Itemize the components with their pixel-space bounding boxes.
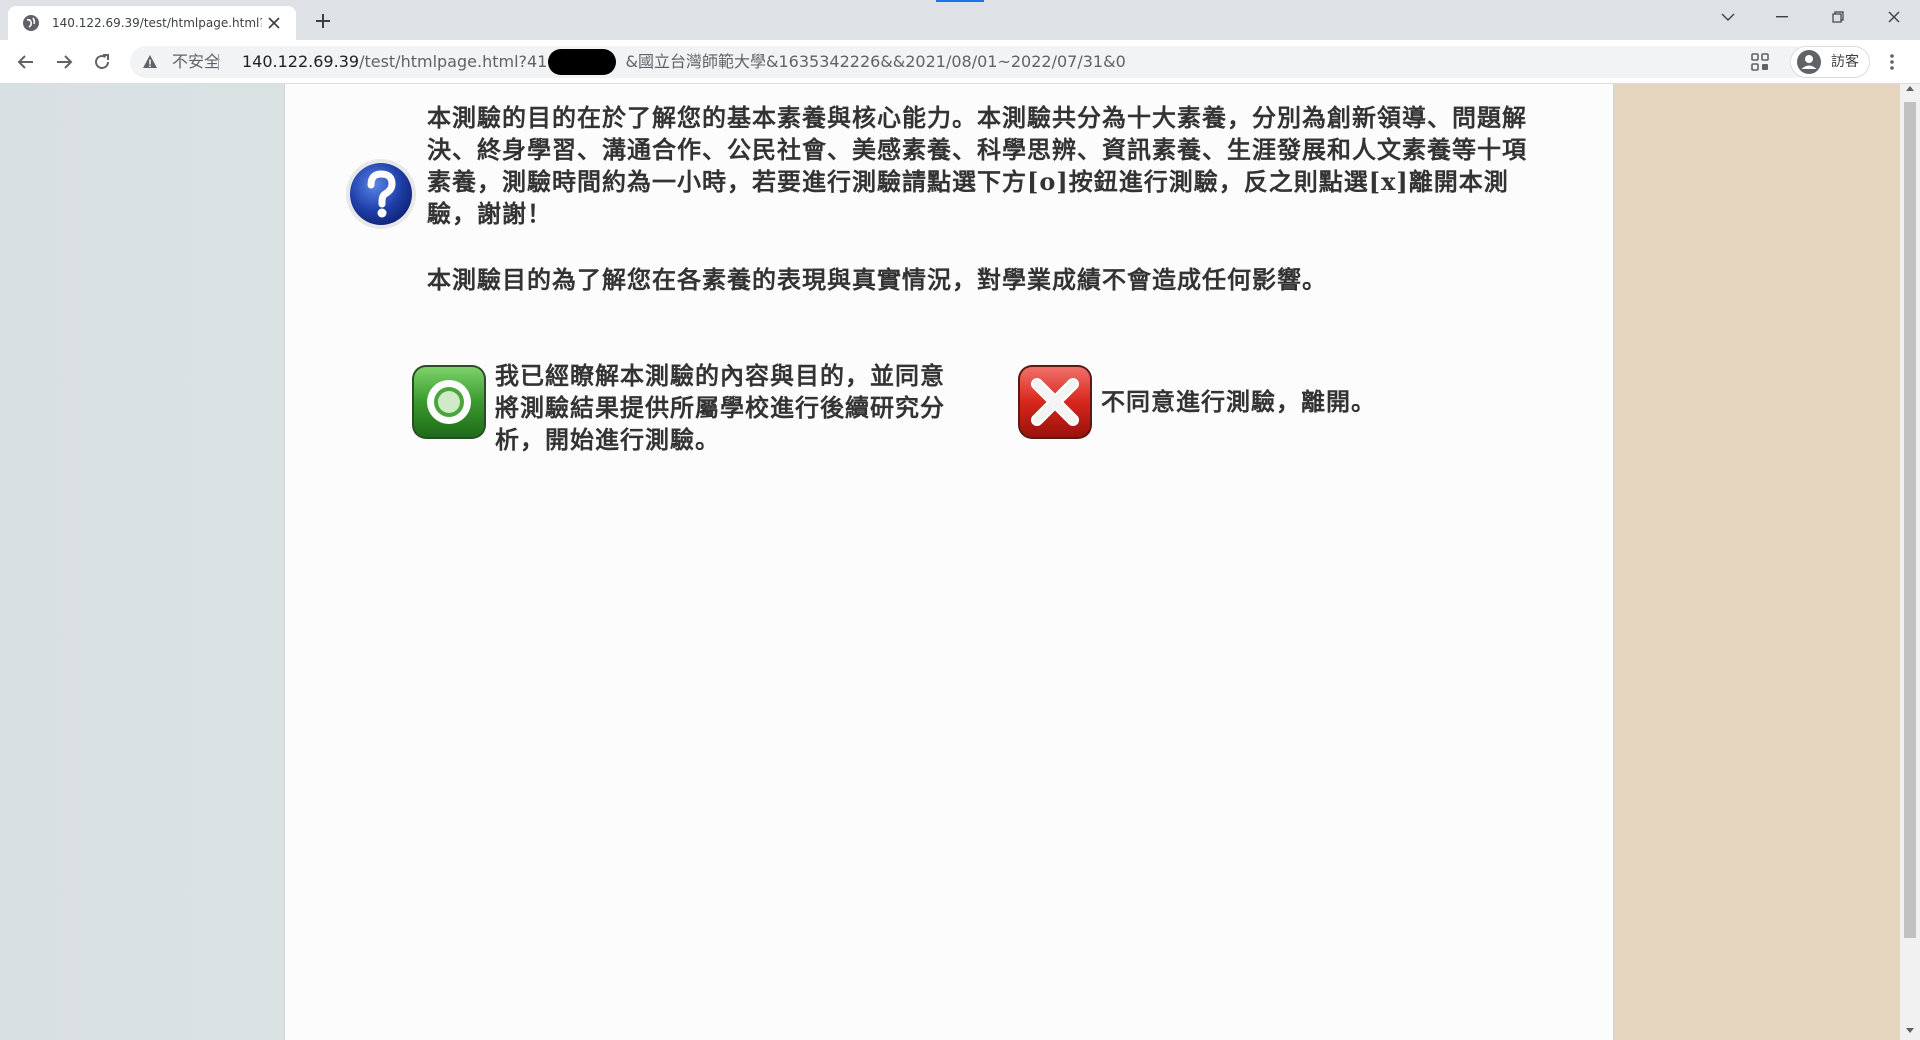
browser-tab[interactable]: 140.122.69.39/test/htmlpage.html?4· — [8, 6, 296, 40]
tab-title: 140.122.69.39/test/htmlpage.html?4· — [52, 16, 262, 30]
agree-text[interactable]: 我已經瞭解本測驗的內容與目的，並同意將測驗結果提供所屬學校進行後續研究分析，開始… — [495, 360, 955, 456]
avatar-icon — [1797, 50, 1821, 74]
scroll-thumb[interactable] — [1904, 102, 1916, 938]
address-bar[interactable]: 不安全 140.122.69.39/test/htmlpage.html?410… — [130, 46, 1810, 78]
scroll-up-arrow[interactable] — [1906, 86, 1914, 91]
page-viewport: 本測驗的目的在於了解您的基本素養與核心能力。本測驗共分為十大素養，分別為創新領導… — [0, 84, 1920, 1040]
intro-text: 本測驗的目的在於了解您的基本素養與核心能力。本測驗共分為十大素養，分別為創新領導… — [427, 103, 1527, 228]
agree-option[interactable]: 我已經瞭解本測驗的內容與目的，並同意將測驗結果提供所屬學校進行後續研究分析，開始… — [411, 360, 971, 460]
profile-label: 訪客 — [1831, 54, 1859, 70]
restore-icon[interactable] — [1812, 0, 1864, 34]
back-icon[interactable] — [10, 46, 42, 78]
scroll-down-arrow[interactable] — [1906, 1028, 1914, 1033]
drag-indicator — [936, 0, 984, 2]
reload-icon[interactable] — [86, 46, 118, 78]
redaction-mark — [548, 49, 616, 75]
vertical-scrollbar[interactable] — [1900, 84, 1920, 1040]
tab-strip: 140.122.69.39/test/htmlpage.html?4· — [0, 0, 1920, 40]
url-text[interactable]: 140.122.69.39/test/htmlpage.html?410 &國立台… — [242, 46, 1126, 78]
url-path-end: &國立台灣師範大學&1635342226&&2021/08/01~2022/07… — [625, 52, 1126, 71]
note-text: 本測驗目的為了解您在各素養的表現與真實情況，對學業成績不會造成任何影響。 — [427, 265, 1327, 294]
chevron-down-icon[interactable] — [1702, 0, 1754, 34]
right-background — [1614, 84, 1900, 1040]
warning-icon[interactable] — [142, 54, 158, 70]
left-background — [0, 84, 284, 1040]
forward-icon[interactable] — [48, 46, 80, 78]
grid-icon[interactable] — [1750, 52, 1770, 72]
question-icon — [346, 159, 416, 229]
leave-text[interactable]: 不同意進行測驗，離開。 — [1101, 386, 1376, 418]
main-content: 本測驗的目的在於了解您的基本素養與核心能力。本測驗共分為十大素養，分別為創新領導… — [284, 84, 1614, 1040]
leave-option[interactable]: 不同意進行測驗，離開。 — [1017, 360, 1437, 450]
separator — [218, 54, 219, 70]
o-button-icon[interactable] — [411, 364, 487, 440]
profile-button[interactable]: 訪客 — [1790, 46, 1870, 78]
url-host: 140.122.69.39 — [242, 52, 360, 71]
close-icon[interactable] — [1868, 0, 1920, 34]
globe-icon — [23, 15, 39, 31]
more-vert-icon[interactable] — [1882, 52, 1902, 72]
url-path-start: /test/htmlpage.html?410 — [359, 52, 558, 71]
security-label[interactable]: 不安全 — [172, 46, 220, 78]
close-icon[interactable] — [262, 11, 286, 35]
minimize-icon[interactable] — [1756, 0, 1808, 34]
browser-toolbar: 不安全 140.122.69.39/test/htmlpage.html?410… — [0, 40, 1920, 84]
x-button-icon[interactable] — [1017, 364, 1093, 440]
plus-icon[interactable] — [308, 8, 338, 34]
